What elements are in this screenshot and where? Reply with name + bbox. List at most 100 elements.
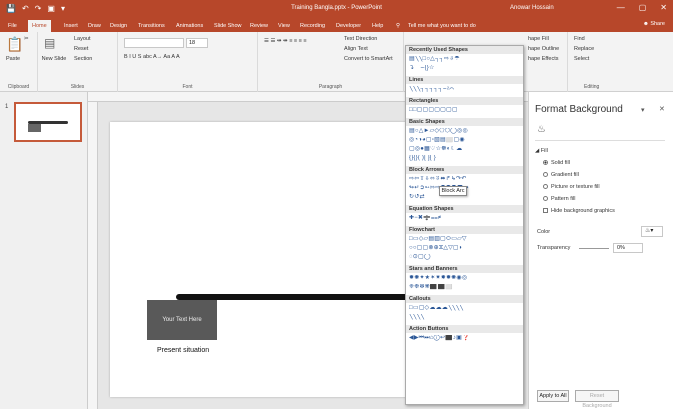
tab-review[interactable]: Review (246, 20, 272, 32)
paste-icon[interactable]: 📋 (6, 36, 23, 53)
color-label: Color (537, 229, 551, 235)
share-button[interactable]: ☻ Share (643, 21, 665, 27)
slides-pane: 1 (0, 92, 88, 409)
shape-row[interactable]: ▤○△►▱◇⬠⬡◯◎◎ (409, 128, 522, 135)
shape-row[interactable]: □▭▢◇☁☁☁╲╲╲╲ (409, 305, 522, 312)
reset-background-button[interactable]: Reset Background (575, 390, 619, 409)
solid-fill-option[interactable]: Solid fill (543, 160, 570, 166)
shape-row[interactable]: ◀▶⏮⏭⌂ⓘ↩⬛♪▣❓ (409, 335, 522, 342)
paint-bucket-icon: ♨▾ (645, 228, 654, 234)
user-name[interactable]: Anowar Hossain (510, 5, 554, 11)
tab-home[interactable]: Home (28, 20, 51, 32)
shape-row[interactable]: □▭◇▱▤▥▢⬭▭▱▽ (409, 236, 522, 243)
cut-icon[interactable]: ✂ (24, 36, 29, 42)
font-size-box[interactable]: 18 (186, 38, 208, 48)
slide-canvas[interactable] (110, 122, 410, 397)
fill-header-label: Fill (540, 148, 548, 154)
shape-effects-button[interactable]: hape Effects (528, 56, 558, 62)
vertical-ruler (88, 102, 98, 409)
divider (535, 140, 665, 141)
tab-design[interactable]: Design (106, 20, 131, 32)
editing-group: Find Replace Select Editing (568, 32, 673, 92)
tab-insert[interactable]: Insert (60, 20, 82, 32)
find-button[interactable]: Find (574, 36, 585, 42)
pane-options-icon[interactable]: ▾ (641, 106, 645, 114)
shape-row[interactable]: ▤╲╲□○△┐┐⇨⇩☂ (409, 56, 522, 63)
shape-row[interactable]: ✚−✖➗⩵≠ (409, 215, 522, 222)
shapes-gallery: Recently Used Shapes ▤╲╲□○△┐┐⇨⇩☂ ↴⌒⌢{}☆ Lin… (405, 45, 524, 405)
section-button[interactable]: Section (74, 56, 92, 62)
option-label: Pattern fill (551, 196, 576, 202)
text-direction-button[interactable]: Text Direction (344, 36, 377, 42)
close-icon[interactable]: ✕ (660, 3, 667, 12)
shape-row[interactable]: ◌⊙▢◯ (409, 254, 522, 261)
new-slide-button[interactable]: New Slide (40, 56, 68, 62)
transparency-label: Transparency (537, 245, 571, 251)
align-text-button[interactable]: Align Text (344, 46, 368, 52)
shape-row[interactable]: ╲╲╲┐┐┐┐┐⌢≀⌒ (409, 86, 522, 93)
pane-close-icon[interactable]: ✕ (659, 105, 665, 113)
reset-button[interactable]: Reset (74, 46, 88, 52)
tab-transitions[interactable]: Transitions (134, 20, 169, 32)
shape-category-header: Flowchart (406, 226, 523, 234)
apply-to-all-button[interactable]: Apply to All (537, 390, 569, 402)
clipboard-label: Clipboard (7, 84, 30, 90)
tab-file[interactable]: File (4, 20, 21, 32)
fill-section-header[interactable]: ◢ Fill (535, 148, 548, 154)
paragraph-buttons[interactable]: ☰ ☰ ⇹ ⇹ ≡ ≡ ≡ ≡ (264, 38, 307, 44)
shape-outline-button[interactable]: hape Outline (528, 46, 559, 52)
thumb-box (28, 124, 41, 132)
shape-row[interactable]: ✹✺✦★✶✷✸✹✺◉◎ (409, 275, 522, 282)
shape-row[interactable]: ╲╲╲╲ (409, 314, 522, 321)
paste-button[interactable]: Paste (6, 56, 20, 62)
transparency-slider[interactable] (579, 248, 609, 249)
minimize-icon[interactable]: — (617, 3, 625, 12)
picture-fill-option[interactable]: Picture or texture fill (543, 184, 600, 190)
shape-fill-button[interactable]: hape Fill (528, 36, 549, 42)
tab-draw[interactable]: Draw (84, 20, 105, 32)
tell-me-search[interactable]: Tell me what you want to do (404, 20, 480, 32)
tab-animations[interactable]: Animations (172, 20, 207, 32)
radio-selected-icon (543, 160, 548, 166)
maximize-icon[interactable]: ▢ (639, 3, 647, 12)
window-controls: — ▢ ✕ (617, 3, 667, 12)
layout-button[interactable]: Layout (74, 36, 91, 42)
tab-developer[interactable]: Developer (332, 20, 365, 32)
shape-row[interactable]: ⇨⇦⇧⇩⬄⇳⬌↱↳↷↶ (409, 176, 522, 183)
text-box-shape[interactable]: Your Text Here (147, 300, 217, 340)
new-slide-icon[interactable]: ▤ (44, 36, 55, 50)
shape-row[interactable]: □□▢▢▢▢▢▢▢ (409, 107, 522, 114)
shape-category-header: Action Buttons (406, 325, 523, 333)
tab-view[interactable]: View (274, 20, 294, 32)
radio-icon (543, 172, 548, 178)
font-format-buttons[interactable]: B I U S abc A→ Aa A A (124, 54, 180, 60)
hide-background-checkbox[interactable]: Hide background graphics (543, 208, 615, 214)
transparency-value[interactable]: 0% (613, 243, 643, 253)
tab-slide-show[interactable]: Slide Show (210, 20, 246, 32)
font-group: 18 B I U S abc A→ Aa A A Font (118, 32, 258, 92)
convert-smartart-button[interactable]: Convert to SmartArt (344, 56, 393, 62)
fill-bucket-icon[interactable]: ♨ (537, 124, 546, 135)
ribbon-tabs: File Home Insert Draw Design Transitions… (0, 18, 673, 32)
shape-row[interactable]: ○○▢▢⊗⊕⧖△▽▢◗ (409, 245, 522, 252)
shape-row[interactable]: ▢◎●▦♡☆☸◐☾☁⌒ (409, 146, 522, 153)
shape-row[interactable]: {}{}( )[ ]{ } (409, 155, 522, 162)
font-name-box[interactable] (124, 38, 184, 48)
drawing-group: hape Fill hape Outline hape Effects (524, 32, 568, 92)
tab-recording[interactable]: Recording (296, 20, 329, 32)
select-button[interactable]: Select (574, 56, 589, 62)
tab-help[interactable]: Help (368, 20, 387, 32)
pattern-fill-option[interactable]: Pattern fill (543, 196, 575, 202)
shape-category-header: Basic Shapes (406, 118, 523, 126)
checkbox-icon (543, 208, 548, 214)
caption-text[interactable]: Present situation (157, 347, 209, 354)
slide-thumbnail[interactable] (14, 102, 82, 142)
shape-row[interactable]: ◎◔◑◕▢▫▧▤⬜▢◉ (409, 137, 522, 144)
replace-button[interactable]: Replace (574, 46, 594, 52)
shape-row[interactable]: ❈❉❇❋⬛⬛⬜ (409, 284, 522, 291)
gradient-fill-option[interactable]: Gradient fill (543, 172, 579, 178)
paragraph-group: ☰ ☰ ⇹ ⇹ ≡ ≡ ≡ ≡ Text Direction Align Tex… (258, 32, 404, 92)
color-picker-button[interactable]: ♨▾ (641, 226, 663, 237)
shape-row[interactable]: ↴⌒⌢{}☆ (409, 65, 522, 72)
pane-title: Format Background (535, 104, 623, 115)
